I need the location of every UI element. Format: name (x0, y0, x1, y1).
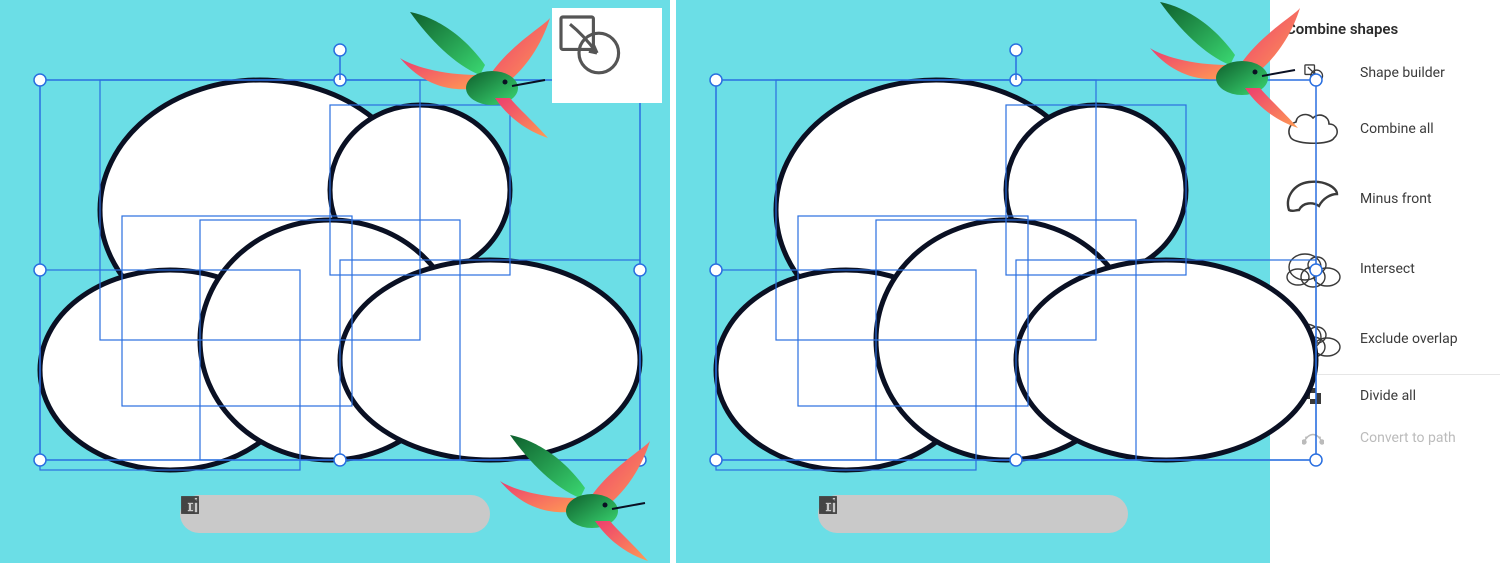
panel-item-label: Shape builder (1360, 65, 1445, 81)
arrange-layers-icon[interactable] (906, 504, 926, 524)
unlock-icon[interactable] (344, 504, 364, 524)
hummingbird-bottom (500, 433, 650, 563)
canvas-right[interactable] (676, 0, 1270, 563)
panel-item-label: Minus front (1360, 191, 1432, 207)
move-icon[interactable] (306, 504, 326, 524)
duplicate-icon[interactable] (1058, 504, 1078, 524)
panel-item-label: Divide all (1360, 388, 1416, 404)
trash-icon[interactable] (458, 504, 478, 524)
context-toolbar (818, 495, 1128, 533)
group-icon[interactable] (382, 504, 402, 524)
stroke-weight-icon[interactable] (230, 504, 250, 524)
hummingbird-top (400, 10, 550, 140)
panel-item-label: Exclude overlap (1360, 331, 1458, 347)
group-icon[interactable] (1020, 504, 1040, 524)
context-toolbar (180, 495, 490, 533)
unlock-icon[interactable] (982, 504, 1002, 524)
move-icon[interactable] (944, 504, 964, 524)
canvas-left[interactable] (0, 0, 670, 563)
panel-item-label: Convert to path (1360, 430, 1456, 446)
duplicate-icon[interactable] (420, 504, 440, 524)
shape-builder-badge (552, 8, 662, 103)
panel-item-label: Combine all (1360, 121, 1434, 137)
hummingbird-top-right (1150, 0, 1300, 130)
panel-item-label: Intersect (1360, 261, 1415, 277)
stroke-weight-icon[interactable] (868, 504, 888, 524)
shape-builder-icon (552, 8, 624, 80)
trash-icon[interactable] (1096, 504, 1116, 524)
arrange-layers-icon[interactable] (268, 504, 288, 524)
